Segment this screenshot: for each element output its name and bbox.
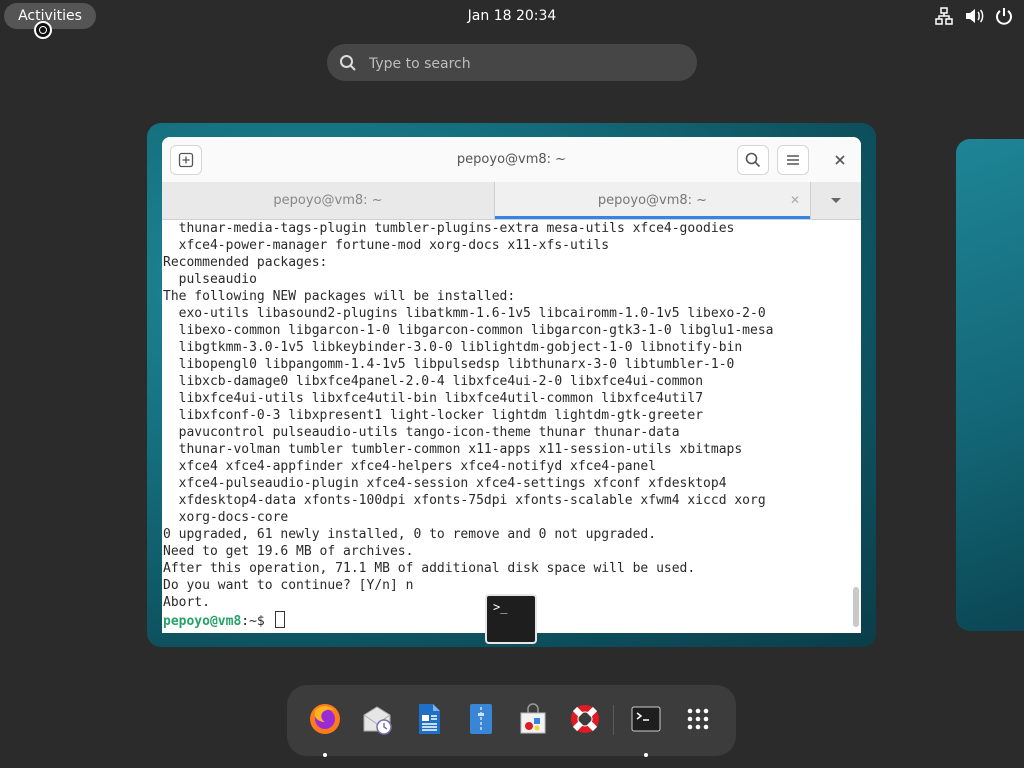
tab-label: pepoyo@vm8: ~ (273, 193, 383, 208)
running-indicator (644, 753, 648, 757)
terminal-line: Need to get 19.6 MB of archives. (163, 544, 414, 559)
tab-list-button[interactable] (811, 182, 861, 219)
lifebuoy-help-icon (571, 705, 599, 733)
terminal-line: libxcb-damage0 libxfce4panel-2.0-4 libxf… (163, 374, 704, 389)
close-icon (835, 155, 845, 165)
mouse-cursor-icon (34, 21, 52, 39)
terminal-line: Do you want to continue? [Y/n] n (163, 578, 414, 593)
dock-app-grid[interactable] (680, 701, 716, 737)
mail-calendar-icon (363, 706, 392, 735)
system-tray[interactable] (934, 6, 1014, 26)
dock-writer[interactable] (411, 701, 447, 737)
dock-software[interactable] (515, 701, 551, 737)
dock-firefox[interactable] (307, 701, 343, 757)
terminal-line: thunar-media-tags-plugin tumbler-plugins… (163, 221, 735, 236)
terminal-line: The following NEW packages will be insta… (163, 289, 516, 304)
dock-separator (613, 705, 614, 735)
terminal-line: xfdesktop4-data xfonts-100dpi xfonts-75d… (163, 493, 766, 508)
tab-bar: pepoyo@vm8: ~ pepoyo@vm8: ~ ✕ (162, 182, 861, 220)
tab-label: pepoyo@vm8: ~ (597, 193, 708, 208)
terminal-line: 0 upgraded, 61 newly installed, 0 to rem… (163, 527, 657, 542)
dash (287, 685, 736, 757)
search-bar[interactable] (327, 44, 697, 83)
file-cabinet-icon (470, 704, 492, 734)
scrollbar[interactable] (853, 587, 859, 627)
terminal-line: xorg-docs-core (163, 510, 289, 525)
search-input[interactable] (367, 44, 681, 83)
prompt-path: :~$ (241, 614, 273, 629)
search-icon (340, 55, 356, 71)
terminal-line: libexo-common libgarcon-1-0 libgarcon-co… (163, 323, 774, 338)
volume-icon[interactable] (964, 6, 984, 26)
app-grid-icon (687, 708, 709, 730)
prompt-user: pepoyo@vm8 (163, 614, 242, 629)
search-icon (745, 152, 761, 168)
terminal-headerbar: pepoyo@vm8: ~ (162, 137, 861, 183)
terminal-line: thunar-volman tumbler tumbler-common x11… (163, 442, 743, 457)
active-tab-indicator (495, 216, 810, 219)
terminal-line: exo-utils libasound2-plugins libatkmm-1.… (163, 306, 766, 321)
terminal-line: libgtkmm-3.0-1v5 libkeybinder-3.0-0 libl… (163, 340, 743, 355)
dock-evolution[interactable] (359, 701, 395, 737)
terminal-line: After this operation, 71.1 MB of additio… (163, 561, 696, 576)
terminal-line: xfce4-pulseaudio-plugin xfce4-session xf… (163, 476, 727, 491)
terminal-output[interactable]: thunar-media-tags-plugin tumbler-plugins… (162, 220, 851, 633)
terminal-line: libopengl0 libpangomm-1.4-1v5 libpulseds… (163, 357, 735, 372)
terminal-line: pulseaudio (163, 272, 257, 287)
document-writer-icon (419, 704, 440, 734)
power-icon[interactable] (994, 6, 1014, 26)
network-icon[interactable] (934, 6, 954, 26)
clock[interactable]: Jan 18 20:34 (0, 0, 1024, 32)
tab-close-icon[interactable]: ✕ (790, 182, 800, 219)
find-button[interactable] (737, 145, 769, 175)
new-tab-icon (178, 152, 194, 168)
main-menu-button[interactable] (777, 145, 809, 175)
dock-help[interactable] (567, 701, 603, 737)
terminal-window[interactable]: pepoyo@vm8: ~ pepoyo@vm8: ~ pepoyo@vm8: … (162, 137, 861, 633)
terminal-line: pavucontrol pulseaudio-utils tango-icon-… (163, 425, 680, 440)
tab-terminal-2[interactable]: pepoyo@vm8: ~ ✕ (495, 182, 811, 219)
terminal-line: xfce4-power-manager fortune-mod xorg-doc… (163, 238, 610, 253)
hamburger-menu-icon (787, 155, 799, 165)
close-button[interactable] (829, 149, 851, 171)
dock-files[interactable] (463, 701, 499, 737)
terminal-icon (631, 706, 661, 732)
terminal-line: libxfconf-0-3 libxpresent1 light-locker … (163, 408, 704, 423)
text-cursor (274, 611, 285, 628)
top-bar: Activities Jan 18 20:34 (0, 0, 1024, 32)
terminal-line: Recommended packages: (163, 255, 328, 270)
running-indicator (323, 753, 327, 757)
next-workspace-thumbnail[interactable] (956, 139, 1024, 631)
terminal-app-icon: >_ (485, 594, 537, 644)
dock-terminal[interactable] (628, 701, 664, 757)
terminal-line: libxfce4ui-utils libxfce4util-bin libxfc… (163, 391, 704, 406)
software-store-icon (520, 703, 546, 734)
new-tab-button[interactable] (170, 145, 202, 175)
firefox-icon (310, 704, 340, 734)
chevron-down-icon (831, 197, 841, 203)
terminal-line: xfce4 xfce4-appfinder xfce4-helpers xfce… (163, 459, 657, 474)
tab-terminal-1[interactable]: pepoyo@vm8: ~ (162, 182, 495, 219)
